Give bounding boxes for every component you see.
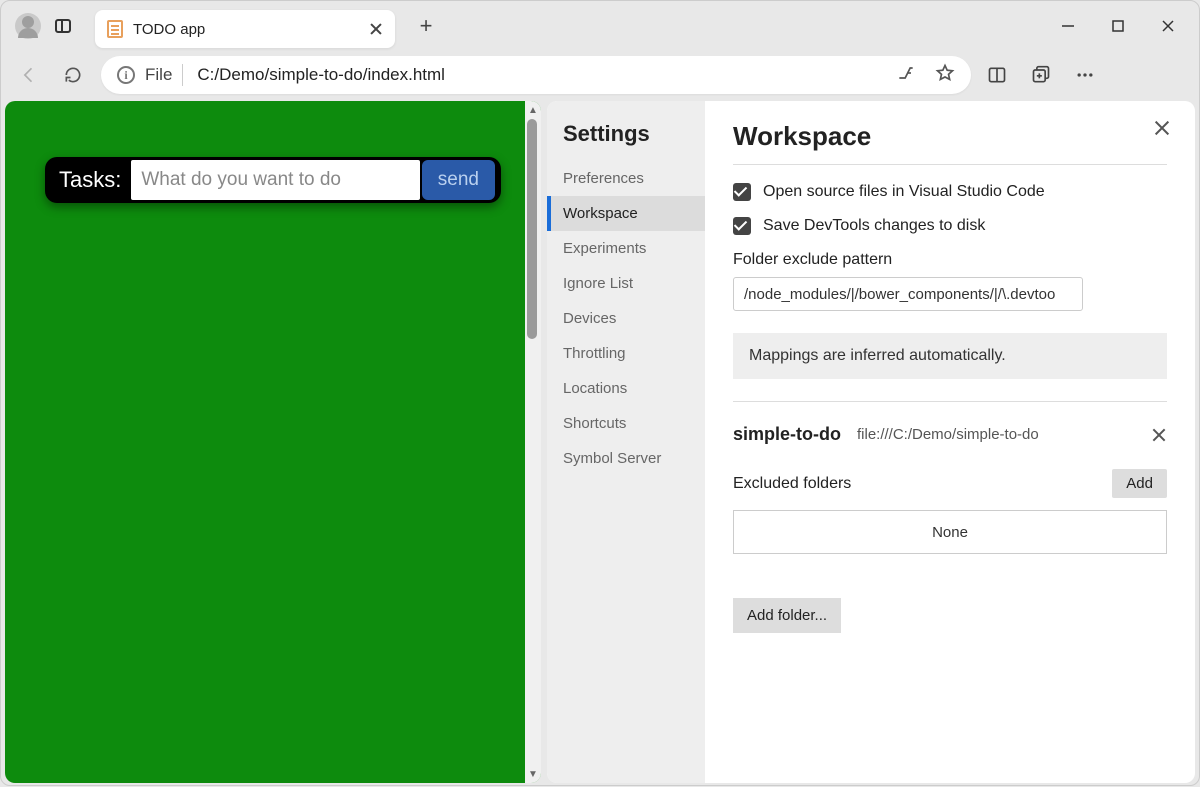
new-tab-button[interactable]: + — [409, 9, 443, 43]
tab-title: TODO app — [133, 21, 369, 38]
window-titlebar: TODO app + — [1, 1, 1199, 51]
task-input-bar: Tasks: send — [45, 157, 501, 203]
remove-folder-icon[interactable] — [1151, 427, 1167, 443]
split-screen-icon[interactable] — [975, 55, 1019, 95]
profile-avatar-icon[interactable] — [15, 13, 41, 39]
settings-nav-shortcuts[interactable]: Shortcuts — [547, 406, 705, 441]
checkmark-icon — [733, 183, 751, 201]
browser-toolbar: i File C:/Demo/simple-to-do/index.html — [1, 51, 1199, 99]
scroll-down-icon[interactable]: ▼ — [525, 765, 541, 783]
workspace-folder-path: file:///C:/Demo/simple-to-do — [857, 426, 1135, 443]
settings-nav-preferences[interactable]: Preferences — [547, 161, 705, 196]
add-folder-button[interactable]: Add folder... — [733, 598, 841, 633]
excluded-folders-none: None — [733, 510, 1167, 554]
address-url: C:/Demo/simple-to-do/index.html — [197, 65, 895, 85]
site-info-icon[interactable]: i — [117, 66, 135, 84]
favorite-star-icon[interactable] — [935, 63, 955, 88]
checkmark-icon — [733, 217, 751, 235]
add-excluded-button[interactable]: Add — [1112, 469, 1167, 498]
mappings-info: Mappings are inferred automatically. — [733, 333, 1167, 379]
scroll-up-icon[interactable]: ▲ — [525, 101, 541, 119]
clipboard-favicon-icon — [107, 20, 123, 38]
workspace-heading: Workspace — [733, 121, 1167, 165]
address-bar[interactable]: i File C:/Demo/simple-to-do/index.html — [101, 56, 971, 94]
settings-nav-symbol-server[interactable]: Symbol Server — [547, 441, 705, 476]
devtools-settings-panel: Settings PreferencesWorkspaceExperiments… — [547, 101, 1195, 783]
settings-nav-ignore-list[interactable]: Ignore List — [547, 266, 705, 301]
settings-title: Settings — [547, 121, 705, 161]
collections-icon[interactable] — [1019, 55, 1063, 95]
settings-nav-workspace[interactable]: Workspace — [547, 196, 705, 231]
save-to-disk-checkbox[interactable]: Save DevTools changes to disk — [733, 217, 1167, 235]
scroll-thumb[interactable] — [527, 119, 537, 339]
tab-actions-icon[interactable] — [51, 14, 75, 38]
address-protocol: File — [145, 65, 172, 85]
settings-close-icon[interactable] — [1153, 119, 1171, 137]
task-input[interactable] — [131, 160, 419, 200]
workspace-folder-row: simple-to-do file:///C:/Demo/simple-to-d… — [733, 424, 1167, 445]
window-minimize-button[interactable] — [1043, 6, 1093, 46]
excluded-folders-label: Excluded folders — [733, 475, 851, 493]
window-close-button[interactable] — [1143, 6, 1193, 46]
exclude-pattern-input[interactable] — [733, 277, 1083, 311]
browser-tab[interactable]: TODO app — [95, 10, 395, 48]
more-menu-icon[interactable] — [1063, 55, 1107, 95]
nav-back-button — [9, 55, 49, 95]
settings-content: Workspace Open source files in Visual St… — [705, 101, 1195, 783]
open-in-vscode-checkbox[interactable]: Open source files in Visual Studio Code — [733, 183, 1167, 201]
window-maximize-button[interactable] — [1093, 6, 1143, 46]
page-viewport: Tasks: send ▲ ▼ — [5, 101, 541, 783]
nav-refresh-button[interactable] — [53, 55, 93, 95]
send-button[interactable]: send — [422, 160, 495, 200]
settings-nav-locations[interactable]: Locations — [547, 371, 705, 406]
tasks-label: Tasks: — [59, 167, 121, 193]
settings-nav-experiments[interactable]: Experiments — [547, 231, 705, 266]
page-scrollbar[interactable]: ▲ ▼ — [525, 101, 541, 783]
settings-nav-throttling[interactable]: Throttling — [547, 336, 705, 371]
settings-sidebar: Settings PreferencesWorkspaceExperiments… — [547, 101, 705, 783]
read-aloud-icon[interactable] — [895, 63, 917, 88]
exclude-pattern-label: Folder exclude pattern — [733, 251, 1167, 269]
tab-close-icon[interactable] — [369, 22, 383, 36]
settings-nav-devices[interactable]: Devices — [547, 301, 705, 336]
workspace-folder-name: simple-to-do — [733, 424, 841, 445]
